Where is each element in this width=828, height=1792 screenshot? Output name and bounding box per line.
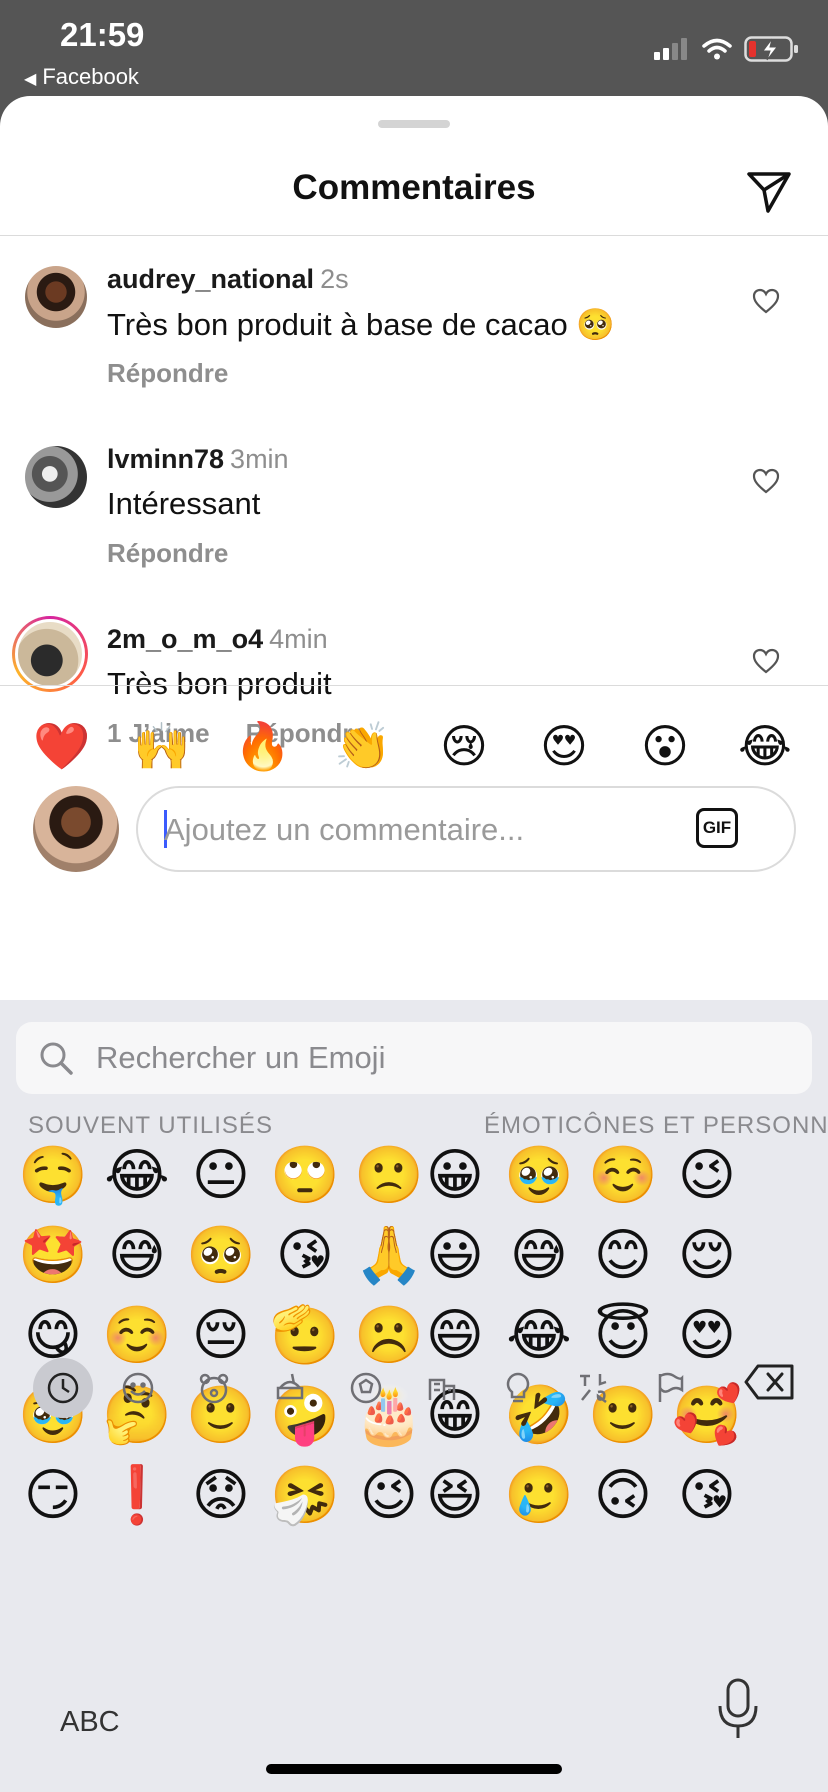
avatar xyxy=(15,619,85,689)
emoji-key[interactable]: ☺️ xyxy=(588,1140,658,1210)
quick-reaction[interactable]: ❤️ xyxy=(32,716,92,776)
quick-reactions-bar: ❤️ 🙌 🔥 👏 😢 😍 😮 😂 xyxy=(0,716,828,776)
comment-username[interactable]: lvminn78 xyxy=(107,444,224,474)
emoji-key[interactable]: 🙃 xyxy=(588,1460,658,1530)
emoji-key[interactable]: 😉 xyxy=(354,1460,424,1530)
emoji-key[interactable]: 🙁 xyxy=(354,1140,424,1210)
back-arrow-icon: ◀ xyxy=(24,71,37,88)
category-flags-icon[interactable] xyxy=(642,1360,698,1416)
comment-actions: Répondre xyxy=(107,358,228,389)
emoji-key[interactable]: 🥹 xyxy=(504,1140,574,1210)
sheet-title: Commentaires xyxy=(292,168,536,207)
category-smileys-icon[interactable] xyxy=(110,1360,166,1416)
emoji-key[interactable]: 😃 xyxy=(420,1220,490,1290)
emoji-key[interactable]: 😘 xyxy=(672,1460,742,1530)
emoji-key[interactable]: ❗ xyxy=(102,1460,172,1530)
quick-reaction[interactable]: 😮 xyxy=(635,716,695,776)
heart-icon[interactable] xyxy=(752,468,780,494)
section-label-smileys-people: ÉMOTICÔNES ET PERSONNES xyxy=(484,1112,828,1139)
emoji-search-field[interactable]: Rechercher un Emoji xyxy=(16,1022,812,1094)
reply-button[interactable]: Répondre xyxy=(107,358,228,389)
avatar-story-ring[interactable] xyxy=(12,616,88,692)
comment-text: Très bon produit à base de cacao 🥺 xyxy=(107,307,615,342)
avatar[interactable] xyxy=(25,266,87,328)
emoji-key[interactable]: 🤧 xyxy=(270,1460,340,1530)
home-indicator xyxy=(266,1764,562,1774)
comment-item: audrey_national 2s Très bon produit à bas… xyxy=(0,236,828,416)
comment-text: Intéressant xyxy=(107,486,261,521)
quick-reaction[interactable]: 👏 xyxy=(333,716,393,776)
comment-header: audrey_national 2s xyxy=(107,264,349,295)
comment-username[interactable]: 2m_o_m_o4 xyxy=(107,624,263,654)
comment-item: lvminn78 3min Intéressant Répondre xyxy=(0,416,828,596)
emoji-key[interactable]: 😀 xyxy=(420,1140,490,1210)
status-icons xyxy=(654,36,800,62)
emoji-key[interactable]: 🙏 xyxy=(354,1220,424,1290)
comment-input[interactable]: Ajoutez un commentaire... GIF xyxy=(136,786,796,872)
comment-text: Très bon produit xyxy=(107,666,332,701)
backspace-icon[interactable] xyxy=(744,1362,796,1402)
emoji-search-placeholder: Rechercher un Emoji xyxy=(96,1040,386,1075)
emoji-key[interactable]: 😊 xyxy=(588,1220,658,1290)
emoji-key[interactable]: 🤤 xyxy=(18,1140,88,1210)
back-to-app-link[interactable]: ◀ Facebook xyxy=(24,64,139,90)
microphone-icon[interactable] xyxy=(716,1678,760,1740)
emoji-key[interactable]: 😏 xyxy=(18,1460,88,1530)
share-send-icon[interactable] xyxy=(744,166,794,216)
emoji-key[interactable]: 🙄 xyxy=(270,1140,340,1210)
emoji-key[interactable]: 😅 xyxy=(102,1220,172,1290)
comment-actions: Répondre xyxy=(107,538,228,569)
emoji-key[interactable]: 😅 xyxy=(504,1220,574,1290)
emoji-key[interactable]: 😉 xyxy=(672,1140,742,1210)
abc-keyboard-switch[interactable]: ABC xyxy=(60,1706,120,1739)
category-symbols-icon[interactable] xyxy=(566,1360,622,1416)
cellular-signal-icon xyxy=(654,38,687,60)
sheet-grabber[interactable] xyxy=(378,120,450,128)
heart-icon[interactable] xyxy=(752,648,780,674)
reply-button[interactable]: Répondre xyxy=(107,538,228,569)
comment-username[interactable]: audrey_national xyxy=(107,264,314,294)
category-activity-icon[interactable] xyxy=(338,1360,394,1416)
emoji-key[interactable]: 😆 xyxy=(420,1460,490,1530)
emoji-key[interactable]: 🥲 xyxy=(504,1460,574,1530)
wifi-icon xyxy=(702,38,732,60)
comment-timestamp: 4min xyxy=(269,624,328,654)
category-recent-icon[interactable] xyxy=(33,1358,93,1418)
heart-icon[interactable] xyxy=(752,288,780,314)
status-time: 21:59 xyxy=(60,16,145,53)
emoji-keyboard: Rechercher un Emoji SOUVENT UTILISÉS ÉMO… xyxy=(0,1000,828,1792)
composer-divider xyxy=(0,685,828,686)
emoji-key[interactable]: 🤩 xyxy=(18,1220,88,1290)
emoji-key[interactable]: 😌 xyxy=(672,1220,742,1290)
quick-reaction[interactable]: 🙌 xyxy=(132,716,192,776)
category-travel-icon[interactable] xyxy=(414,1360,470,1416)
comment-timestamp: 3min xyxy=(230,444,289,474)
comment-timestamp: 2s xyxy=(320,264,349,294)
emoji-key[interactable]: 😘 xyxy=(270,1220,340,1290)
quick-reaction[interactable]: 😍 xyxy=(534,716,594,776)
comment-header: lvminn78 3min xyxy=(107,444,289,475)
category-animals-icon[interactable] xyxy=(186,1360,242,1416)
battery-charging-icon xyxy=(744,36,798,62)
emoji-key[interactable]: 😐 xyxy=(186,1140,256,1210)
search-icon xyxy=(40,1042,73,1075)
category-food-icon[interactable] xyxy=(262,1360,318,1416)
emoji-key[interactable]: 🥺 xyxy=(186,1220,256,1290)
quick-reaction[interactable]: 😢 xyxy=(434,716,494,776)
comment-header: 2m_o_m_o4 4min xyxy=(107,624,328,655)
emoji-key[interactable]: 😂 xyxy=(102,1140,172,1210)
comment-input-placeholder: Ajoutez un commentaire... xyxy=(164,812,525,847)
emoji-category-bar xyxy=(0,1358,828,1426)
back-app-label: Facebook xyxy=(42,64,139,89)
current-user-avatar xyxy=(33,786,119,872)
quick-reaction[interactable]: 🔥 xyxy=(233,716,293,776)
category-objects-icon[interactable] xyxy=(490,1360,546,1416)
gif-button[interactable]: GIF xyxy=(696,808,738,848)
emoji-key[interactable]: 😟 xyxy=(186,1460,256,1530)
section-label-frequently-used: SOUVENT UTILISÉS xyxy=(28,1112,273,1139)
quick-reaction[interactable]: 😂 xyxy=(735,716,795,776)
avatar[interactable] xyxy=(25,446,87,508)
status-bar: 21:59 ◀ Facebook xyxy=(0,0,828,96)
